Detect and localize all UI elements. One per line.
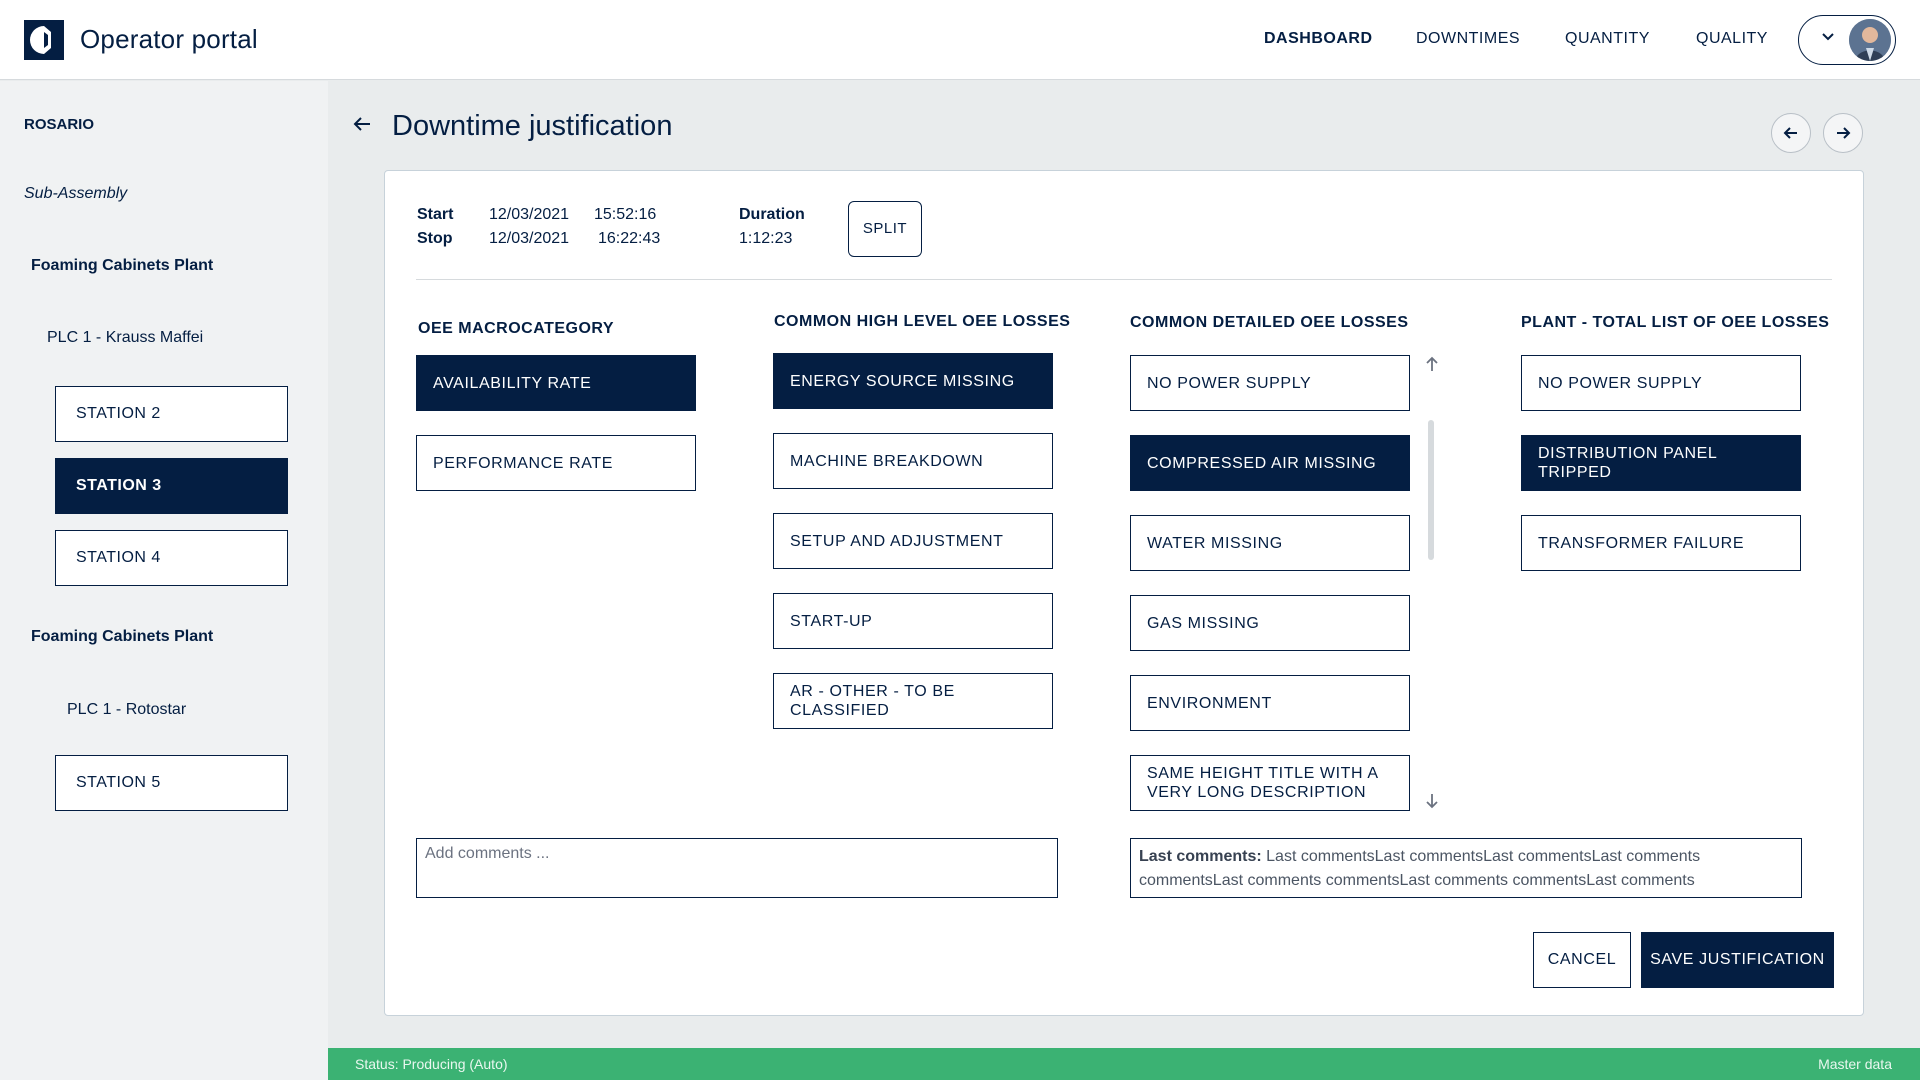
master-data-link[interactable]: Master data [1818, 1056, 1892, 1072]
column-title-macrocategory: OEE MACROCATEGORY [418, 320, 615, 337]
column-title-high-level-losses: COMMON HIGH LEVEL OEE LOSSES [774, 313, 1071, 330]
electrolux-logo[interactable] [24, 20, 64, 60]
scroll-up-arrow-icon[interactable] [1421, 355, 1443, 378]
top-header: Operator portal DASHBOARD DOWNTIMES QUAN… [0, 0, 1920, 80]
next-arrow-icon[interactable] [1823, 113, 1863, 153]
sidebar-item-station-4[interactable]: STATION 4 [55, 530, 288, 586]
nav-dashboard[interactable]: DASHBOARD [1264, 30, 1373, 48]
option-ar-other[interactable]: AR - OTHER - TO BE CLASSIFIED [773, 673, 1053, 729]
status-bar: Status: Producing (Auto) Master data [328, 1048, 1920, 1080]
column-title-detailed-losses: COMMON DETAILED OEE LOSSES [1130, 314, 1409, 331]
option-machine-breakdown[interactable]: MACHINE BREAKDOWN [773, 433, 1053, 489]
stop-label: Stop [417, 230, 453, 247]
option-distribution-panel-tripped[interactable]: DISTRIBUTION PANEL TRIPPED [1521, 435, 1801, 491]
comments-input[interactable] [416, 838, 1058, 898]
cancel-button[interactable]: CANCEL [1533, 932, 1631, 988]
last-comments-box: Last comments: Last commentsLast comment… [1130, 838, 1802, 898]
option-availability-rate[interactable]: AVAILABILITY RATE [416, 355, 696, 411]
plc-name: PLC 1 - Krauss Maffei [47, 329, 204, 346]
option-performance-rate[interactable]: PERFORMANCE RATE [416, 435, 696, 491]
option-energy-source-missing[interactable]: ENERGY SOURCE MISSING [773, 353, 1053, 409]
save-justification-button[interactable]: SAVE JUSTIFICATION [1641, 932, 1834, 988]
column-title-plant-losses: PLANT - TOTAL LIST OF OEE LOSSES [1521, 314, 1830, 331]
nav-quality[interactable]: QUALITY [1696, 30, 1768, 48]
option-setup-and-adjustment[interactable]: SETUP AND ADJUSTMENT [773, 513, 1053, 569]
stop-date: 12/03/2021 [489, 230, 570, 247]
sidebar-item-station-5[interactable]: STATION 5 [55, 755, 288, 811]
plant-name: Foaming Cabinets Plant [31, 628, 214, 645]
duration-value: 1:12:23 [739, 230, 793, 247]
option-environment[interactable]: ENVIRONMENT [1130, 675, 1410, 731]
user-avatar [1849, 19, 1891, 61]
sidebar-item-station-3[interactable]: STATION 3 [55, 458, 288, 514]
option-transformer-failure[interactable]: TRANSFORMER FAILURE [1521, 515, 1801, 571]
area-name: Sub-Assembly [24, 185, 128, 202]
page-title: Downtime justification [392, 110, 673, 142]
previous-arrow-icon[interactable] [1771, 113, 1811, 153]
option-gas-missing[interactable]: GAS MISSING [1130, 595, 1410, 651]
start-time: 15:52:16 [594, 206, 657, 223]
nav-downtimes[interactable]: DOWNTIMES [1416, 30, 1520, 48]
machine-status: Status: Producing (Auto) [355, 1056, 508, 1072]
stop-time: 16:22:43 [598, 230, 661, 247]
last-comments-label: Last comments: [1139, 848, 1262, 865]
sidebar-item-station-2[interactable]: STATION 2 [55, 386, 288, 442]
divider [416, 279, 1832, 280]
option-water-missing[interactable]: WATER MISSING [1130, 515, 1410, 571]
chevron-down-icon [1821, 30, 1835, 49]
option-compressed-air-missing[interactable]: COMPRESSED AIR MISSING [1130, 435, 1410, 491]
option-long-description[interactable]: SAME HEIGHT TITLE WITH A VERY LONG DESCR… [1130, 755, 1410, 811]
plc-name: PLC 1 - Rotostar [67, 701, 187, 718]
back-arrow-icon[interactable] [350, 112, 378, 140]
nav-quantity[interactable]: QUANTITY [1565, 30, 1650, 48]
option-start-up[interactable]: START-UP [773, 593, 1053, 649]
split-button[interactable]: SPLIT [848, 201, 922, 257]
sidebar: ROSARIO Sub-Assembly Foaming Cabinets Pl… [0, 81, 328, 1080]
start-label: Start [417, 206, 454, 223]
scrollbar-thumb[interactable] [1428, 420, 1434, 560]
user-menu-button[interactable] [1798, 15, 1896, 65]
option-no-power-supply[interactable]: NO POWER SUPPLY [1130, 355, 1410, 411]
scroll-down-arrow-icon[interactable] [1421, 792, 1443, 815]
plant-name: Foaming Cabinets Plant [31, 257, 214, 274]
site-name: ROSARIO [24, 116, 95, 133]
app-title: Operator portal [80, 24, 258, 54]
start-date: 12/03/2021 [489, 206, 570, 223]
option-plant-no-power-supply[interactable]: NO POWER SUPPLY [1521, 355, 1801, 411]
duration-label: Duration [739, 206, 805, 223]
